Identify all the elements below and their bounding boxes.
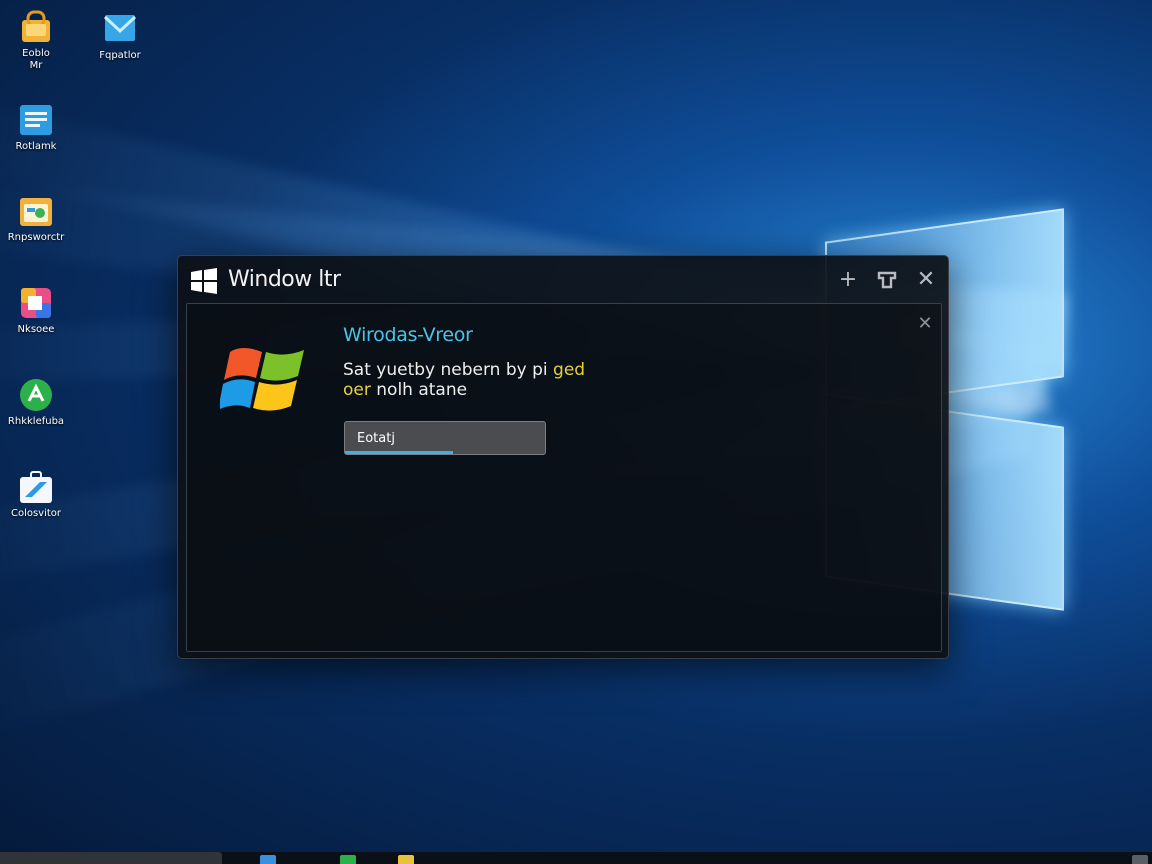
- taskbar-app-icon[interactable]: [398, 855, 414, 864]
- close-icon: ✕: [916, 267, 936, 292]
- new-window-button[interactable]: +: [835, 268, 861, 292]
- close-icon: ✕: [917, 313, 933, 334]
- desktop-icon-nksoee[interactable]: Nksoee: [0, 286, 76, 336]
- message-highlight: ged: [553, 360, 586, 380]
- desktop-icon-fqpatlor[interactable]: Fqpatlor: [80, 12, 160, 62]
- dismiss-button[interactable]: ✕: [915, 314, 935, 334]
- desktop-icon-label: Rnpsworctr: [7, 232, 65, 243]
- folder-image-icon: [18, 194, 54, 228]
- desktop-icon-label: Eoblo Mr: [22, 48, 50, 71]
- taskbar: [0, 852, 1152, 864]
- colorful-app-icon: [18, 286, 54, 320]
- field-value: Eotatj: [357, 431, 395, 446]
- desktop-icon-label: Rotlamk: [15, 141, 57, 152]
- message-text: Sat yuetby nebern by pi: [343, 360, 554, 380]
- windows-color-logo-icon: [218, 344, 310, 419]
- progress-bar: [345, 451, 453, 454]
- close-button[interactable]: ✕: [913, 268, 939, 292]
- desktop-icon-eoblo[interactable]: Eoblo Mr: [0, 10, 76, 72]
- title-bar[interactable]: Window ltr + ✕: [178, 256, 948, 303]
- desktop-icon-label: Nksoee: [17, 324, 55, 335]
- briefcase-icon: [18, 470, 54, 504]
- dialog-heading: Wirodas-Vreor: [343, 324, 473, 346]
- restore-button[interactable]: [874, 268, 900, 292]
- message-highlight: oer: [343, 380, 371, 400]
- document-icon: [18, 103, 54, 137]
- mail-icon: [102, 12, 138, 46]
- desktop-icon-label: Fqpatlor: [99, 50, 141, 61]
- dialog-window: Window ltr + ✕ ✕ Wirodas-Vreor Sat yuetb…: [177, 255, 949, 659]
- lock-folder-icon: [18, 10, 54, 44]
- taskbar-app-icon[interactable]: [340, 855, 356, 864]
- message-text: nolh atane: [370, 380, 468, 400]
- plus-icon: +: [838, 267, 858, 292]
- desktop-icon-colosvitor[interactable]: Colosvitor: [0, 470, 76, 520]
- windows-logo-icon: [190, 268, 218, 294]
- restore-icon: [877, 271, 897, 289]
- dialog-content-panel: ✕ Wirodas-Vreor Sat yuetby nebern by pi …: [186, 303, 942, 652]
- green-app-icon: [18, 378, 54, 412]
- desktop-icon-label: Rhkklefuba: [7, 416, 65, 427]
- desktop-icon-rhkklefuba[interactable]: Rhkklefuba: [0, 378, 76, 428]
- taskbar-search-box[interactable]: [0, 852, 222, 864]
- desktop-icon-rotlamk[interactable]: Rotlamk: [0, 103, 76, 153]
- desktop-icon-rnpsworctr[interactable]: Rnpsworctr: [0, 194, 76, 244]
- dialog-message: Sat yuetby nebern by pi ged oer nolh ata…: [343, 360, 643, 400]
- taskbar-app-icon[interactable]: [260, 855, 276, 864]
- window-title: Window ltr: [228, 267, 341, 292]
- taskbar-app-icon[interactable]: [1132, 855, 1148, 864]
- desktop-icon-label: Colosvitor: [10, 508, 62, 519]
- status-input-field[interactable]: Eotatj: [344, 421, 546, 455]
